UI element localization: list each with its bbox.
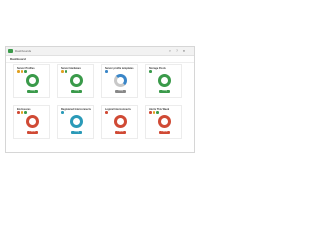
status-badge[interactable]: Critical xyxy=(115,131,126,134)
card-registered-interconnects[interactable]: Registered Interconnects Okay xyxy=(57,105,94,139)
app-name[interactable]: Dashboards xyxy=(15,48,31,54)
status-dots xyxy=(17,111,27,114)
card-title: Storage Pools xyxy=(149,67,166,70)
status-ring xyxy=(70,74,83,87)
top-bar: Dashboards ⌕ ? ● xyxy=(6,47,194,56)
status-ring xyxy=(26,115,39,128)
search-icon[interactable]: ⌕ xyxy=(168,49,172,53)
card-storage-pools[interactable]: Storage Pools Okay xyxy=(145,64,182,98)
card-title: Logical Interconnects xyxy=(105,108,131,111)
help-icon[interactable]: ? xyxy=(175,49,179,53)
status-ring xyxy=(158,115,171,128)
status-badge[interactable]: Okay xyxy=(27,90,38,93)
card-logical-interconnects[interactable]: Logical Interconnects Critical xyxy=(101,105,138,139)
card-server-hardware[interactable]: Server Hardware Okay xyxy=(57,64,94,98)
card-server-profile-templates[interactable]: Server profile templates Okay xyxy=(101,64,138,98)
status-dots xyxy=(105,111,108,114)
card-enclosures[interactable]: Enclosures Critical xyxy=(13,105,50,139)
screen: Dashboards ⌕ ? ● Dashboard Server Profil… xyxy=(0,0,200,200)
status-ring xyxy=(26,74,39,87)
status-badge[interactable]: Okay xyxy=(71,90,82,93)
card-title: Server profile templates xyxy=(105,67,134,70)
status-ring xyxy=(114,74,127,87)
card-server-profiles[interactable]: Server Profiles Okay xyxy=(13,64,50,98)
card-alerts-this-week[interactable]: Alerts This Week Critical xyxy=(145,105,182,139)
page-title: Dashboard xyxy=(10,57,26,61)
status-ring xyxy=(70,115,83,128)
status-dots xyxy=(105,70,108,73)
status-ring xyxy=(158,74,171,87)
card-title: Registered Interconnects xyxy=(61,108,92,111)
status-badge[interactable]: Critical xyxy=(27,131,38,134)
status-dots xyxy=(17,70,27,73)
status-badge[interactable]: Okay xyxy=(71,131,82,134)
status-dots xyxy=(61,111,64,114)
app-logo[interactable] xyxy=(8,49,13,53)
status-badge[interactable]: Okay xyxy=(115,90,126,93)
status-badge[interactable]: Okay xyxy=(159,90,170,93)
status-dots xyxy=(149,70,152,73)
status-ring xyxy=(114,115,127,128)
status-dots xyxy=(149,111,159,114)
sub-header: Dashboard xyxy=(6,56,194,63)
status-badge[interactable]: Critical xyxy=(159,131,170,134)
status-dots xyxy=(61,70,67,73)
app-window: Dashboards ⌕ ? ● Dashboard Server Profil… xyxy=(5,46,195,153)
user-icon[interactable]: ● xyxy=(182,49,186,53)
